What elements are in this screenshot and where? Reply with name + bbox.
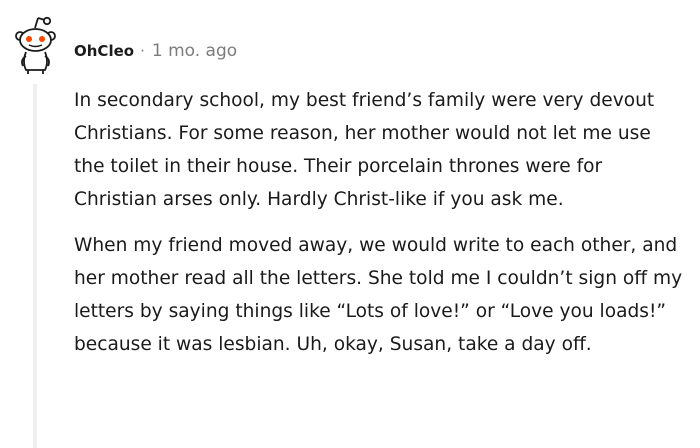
comment-paragraph: In secondary school, my best friend’s fa… — [74, 90, 655, 210]
comment-timestamp[interactable]: 1 mo. ago — [152, 41, 237, 61]
comment-body: In secondary school, my best friend’s fa… — [74, 84, 684, 361]
comment-paragraph: When my friend moved away, we would writ… — [74, 235, 683, 355]
snoo-avatar-icon[interactable] — [14, 16, 58, 76]
comment-header: OhCleo · 1 mo. ago — [74, 38, 237, 64]
thread-collapse-line[interactable] — [33, 84, 37, 448]
username-link[interactable]: OhCleo — [74, 42, 134, 60]
meta-separator: · — [140, 42, 145, 60]
comment: OhCleo · 1 mo. ago In secondary school, … — [0, 0, 700, 448]
